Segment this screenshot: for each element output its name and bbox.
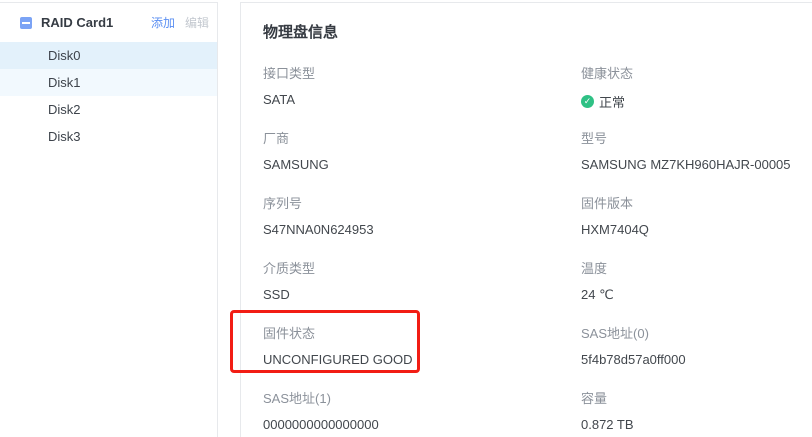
field-firmware-version: 固件版本 HXM7404Q: [581, 193, 812, 238]
field-label: 型号: [581, 128, 812, 147]
health-status-text: 正常: [599, 92, 625, 111]
field-media-type: 介质类型 SSD: [263, 258, 581, 303]
field-label: 固件版本: [581, 193, 812, 212]
field-label: 健康状态: [581, 63, 812, 82]
field-label: 温度: [581, 258, 812, 277]
field-label: 固件状态: [263, 323, 581, 342]
field-value: SAMSUNG: [263, 157, 581, 172]
field-label: 介质类型: [263, 258, 581, 277]
field-label: SAS地址(1): [263, 388, 581, 407]
field-value: S47NNA0N624953: [263, 222, 581, 237]
field-firmware-state: 固件状态 UNCONFIGURED GOOD: [263, 323, 581, 368]
field-label: 容量: [581, 388, 812, 407]
raid-card-node[interactable]: RAID Card1 添加 编辑: [0, 3, 217, 42]
field-value: 5f4b78d57a0ff000: [581, 352, 812, 367]
field-label: 接口类型: [263, 63, 581, 82]
field-label: 厂商: [263, 128, 581, 147]
field-value: HXM7404Q: [581, 222, 812, 237]
field-value: 0000000000000000: [263, 417, 581, 432]
field-temperature: 温度 24 ℃: [581, 258, 812, 303]
disk-list: Disk0 Disk1 Disk2 Disk3: [0, 42, 217, 150]
disk-item-disk1[interactable]: Disk1: [0, 69, 217, 96]
field-sas-address-0: SAS地址(0) 5f4b78d57a0ff000: [581, 323, 812, 368]
disk-fields-grid: 接口类型 SATA 健康状态 ✓ 正常 厂商 SAMSUNG 型号 SAMSUN…: [263, 63, 812, 433]
field-model: 型号 SAMSUNG MZ7KH960HAJR-00005: [581, 128, 812, 173]
disk-item-disk0[interactable]: Disk0: [0, 42, 217, 69]
field-health-status: 健康状态 ✓ 正常: [581, 63, 812, 108]
raid-tree-sidebar: RAID Card1 添加 编辑 Disk0 Disk1 Disk2 Disk3: [0, 2, 218, 437]
edit-link[interactable]: 编辑: [185, 14, 209, 31]
raid-card-label: RAID Card1: [41, 15, 151, 30]
field-label: SAS地址(0): [581, 323, 812, 342]
disk-item-disk2[interactable]: Disk2: [0, 96, 217, 123]
field-value: 24 ℃: [581, 287, 812, 303]
physical-disk-info-panel: 物理盘信息 接口类型 SATA 健康状态 ✓ 正常 厂商 SAMSUNG 型号 …: [240, 2, 812, 437]
field-sas-address-1: SAS地址(1) 0000000000000000: [263, 388, 581, 433]
field-value: SATA: [263, 92, 581, 107]
collapse-minus-icon[interactable]: [20, 17, 32, 29]
field-serial-number: 序列号 S47NNA0N624953: [263, 193, 581, 238]
field-value: SAMSUNG MZ7KH960HAJR-00005: [581, 157, 812, 172]
field-value: UNCONFIGURED GOOD: [263, 352, 581, 367]
field-interface-type: 接口类型 SATA: [263, 63, 581, 108]
physical-disk-page: RAID Card1 添加 编辑 Disk0 Disk1 Disk2 Disk3…: [0, 0, 812, 437]
panel-title: 物理盘信息: [263, 21, 812, 42]
check-circle-icon: ✓: [581, 95, 594, 108]
add-link[interactable]: 添加: [151, 14, 175, 31]
disk-item-disk3[interactable]: Disk3: [0, 123, 217, 150]
field-vendor: 厂商 SAMSUNG: [263, 128, 581, 173]
field-value: SSD: [263, 287, 581, 302]
field-value: 0.872 TB: [581, 417, 812, 432]
field-value: ✓ 正常: [581, 92, 812, 111]
field-label: 序列号: [263, 193, 581, 212]
raid-card-actions: 添加 编辑: [151, 14, 209, 31]
field-capacity: 容量 0.872 TB: [581, 388, 812, 433]
